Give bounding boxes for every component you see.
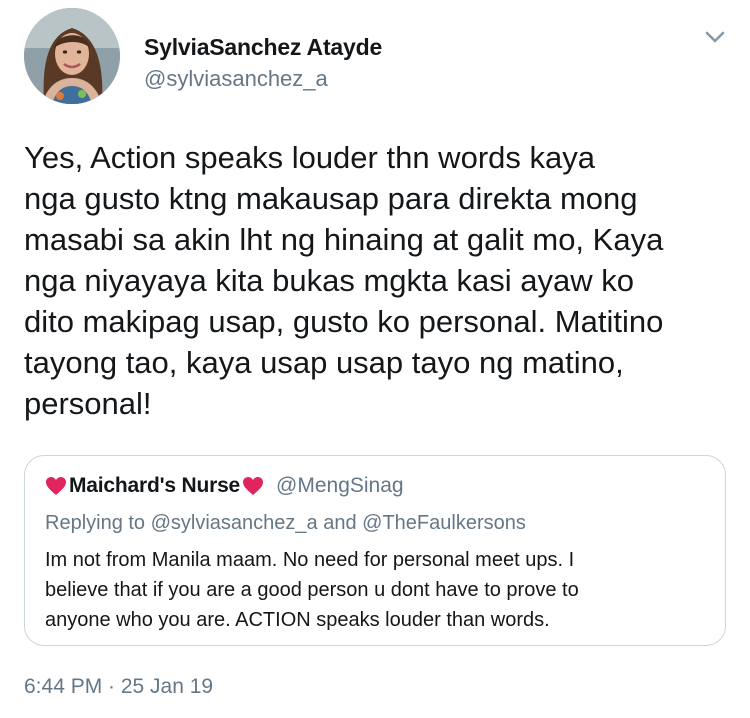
replying-to-text: Replying to @sylviasanchez_a and @TheFau…	[45, 512, 526, 534]
profile-photo	[24, 8, 120, 104]
author-display-name[interactable]: SylviaSanchez Atayde	[144, 34, 382, 61]
heart-icon	[242, 476, 264, 496]
chevron-down-icon[interactable]	[702, 24, 728, 50]
quoted-tweet-text: Im not from Manila maam. No need for per…	[45, 549, 579, 631]
quoted-handle[interactable]: @MengSinag	[276, 474, 404, 498]
quoted-tweet-card[interactable]: Maichard's Nurse @MengSinag Replying to …	[24, 455, 726, 646]
tweet: SylviaSanchez Atayde @sylviasanchez_a Ye…	[0, 0, 750, 718]
author-avatar[interactable]	[24, 8, 120, 104]
quoted-tweet-header: Maichard's Nurse @MengSinag	[45, 474, 404, 498]
tweet-timestamp[interactable]: 6:44 PM · 25 Jan 19	[24, 675, 213, 699]
heart-icon	[45, 476, 67, 496]
author-handle[interactable]: @sylviasanchez_a	[144, 66, 328, 92]
quoted-display-name[interactable]: Maichard's Nurse	[69, 474, 240, 498]
tweet-text: Yes, Action speaks louder thn words kaya…	[24, 140, 664, 421]
